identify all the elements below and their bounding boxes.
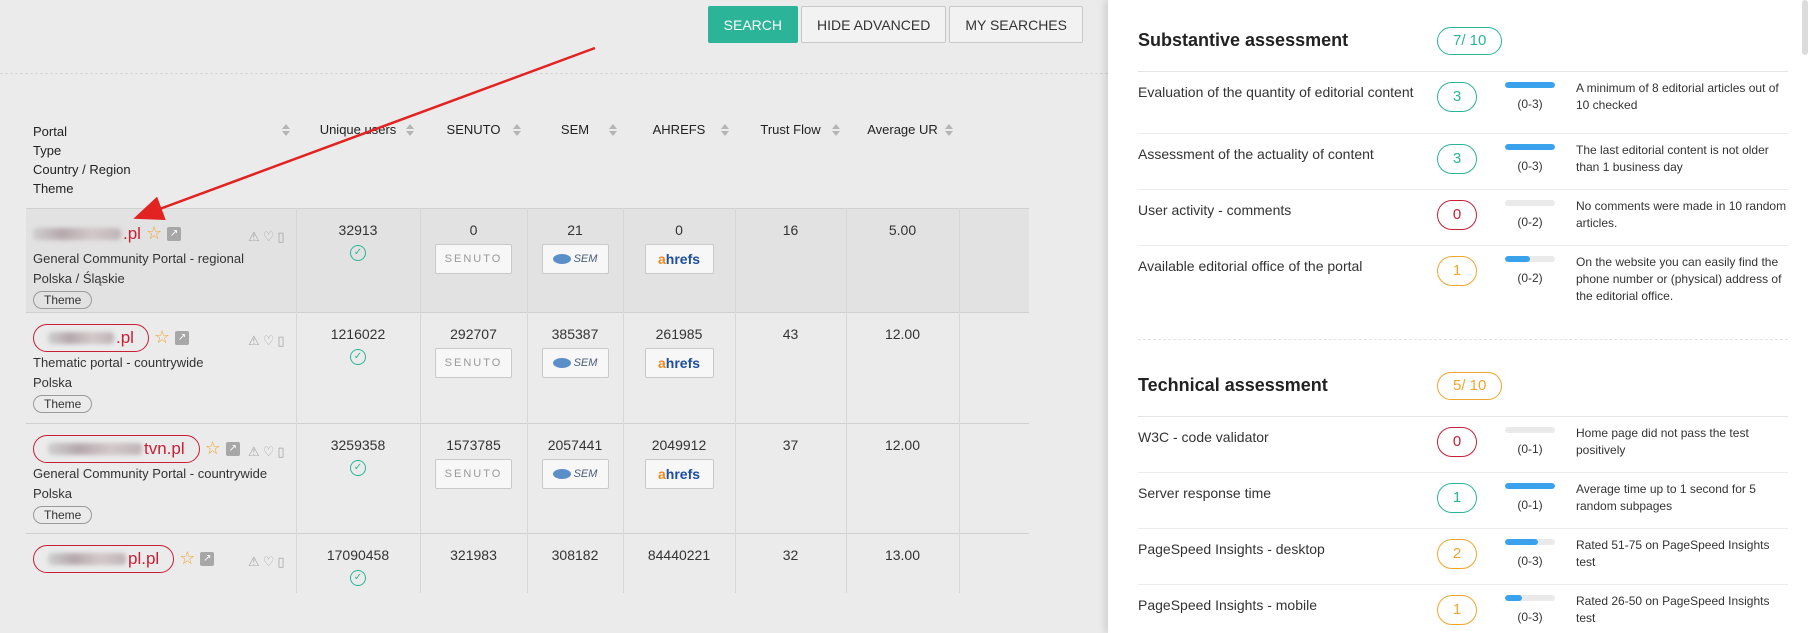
criterion-progress: (0-3) [1500,142,1560,189]
criterion-row: Evaluation of the quantity of editorial … [1138,72,1788,134]
criterion-row: PageSpeed Insights - desktop 2 (0-3) Rated … [1138,529,1788,585]
criterion-note: Rated 26-50 on PageSpeed Insights test [1576,594,1770,625]
progress-bar-track [1505,539,1555,545]
criterion-score-badge: 1 [1437,483,1477,513]
criterion-note: On the website you can easily find the p… [1576,255,1782,303]
criterion-range: (0-3) [1517,610,1543,624]
progress-bar-fill [1505,483,1555,489]
criterion-label: PageSpeed Insights - mobile [1138,597,1317,613]
assessment-panel: Substantive assessment 7/ 10 Evaluation … [1108,0,1808,633]
criterion-progress: (0-2) [1500,198,1560,245]
progress-bar-fill [1505,144,1555,150]
criterion-label: Available editorial office of the portal [1138,258,1363,274]
substantive-score-badge: 7/ 10 [1437,26,1503,55]
criterion-row: Available editorial office of the portal… [1138,246,1788,303]
technical-header: Technical assessment 5/ 10 [1138,355,1788,417]
annotation-arrow [133,46,596,221]
criterion-label: User activity - comments [1138,202,1292,218]
progress-bar-fill [1505,256,1530,262]
portal-search-area: SEARCH HIDE ADVANCED MY SEARCHES Portal … [0,0,1108,633]
criterion-note: A minimum of 8 editorial articles out of… [1576,81,1779,112]
criterion-progress: (0-1) [1500,481,1560,528]
criterion-score-badge: 2 [1437,539,1477,569]
criterion-note: No comments were made in 10 random artic… [1576,199,1787,230]
progress-bar-track [1505,256,1555,262]
criterion-score-badge: 0 [1437,200,1477,230]
criterion-range: (0-2) [1517,215,1543,229]
criterion-note: Average time up to 1 second for 5 random… [1576,482,1756,513]
criterion-score-badge: 0 [1437,427,1477,457]
criterion-row: PageSpeed Insights - mobile 1 (0-3) Rated 2… [1138,585,1788,633]
criterion-label: PageSpeed Insights - desktop [1138,541,1325,557]
criterion-range: (0-3) [1517,97,1543,111]
criterion-progress: (0-3) [1500,537,1560,584]
section-divider [1138,339,1788,340]
criterion-score-badge: 3 [1437,82,1477,112]
substantive-title: Substantive assessment [1138,30,1349,50]
criterion-range: (0-3) [1517,159,1543,173]
criterion-score-badge: 1 [1437,595,1477,625]
criterion-row: W3C - code validator 0 (0-1) Home page did … [1138,417,1788,473]
substantive-assessment-section: Substantive assessment 7/ 10 Evaluation … [1138,10,1788,303]
criterion-progress: (0-2) [1500,254,1560,302]
substantive-header: Substantive assessment 7/ 10 [1138,10,1788,72]
criterion-range: (0-3) [1517,554,1543,568]
criterion-label: Evaluation of the quantity of editorial … [1138,84,1414,100]
criterion-note: The last editorial content is not older … [1576,143,1769,174]
technical-title: Technical assessment [1138,375,1328,395]
progress-bar-track [1505,483,1555,489]
technical-criteria-list: W3C - code validator 0 (0-1) Home page did … [1138,417,1788,633]
criterion-row: Server response time 1 (0-1) Average time u… [1138,473,1788,529]
criterion-progress: (0-1) [1500,425,1560,472]
criterion-label: W3C - code validator [1138,429,1269,445]
progress-bar-track [1505,595,1555,601]
criterion-note: Rated 51-75 on PageSpeed Insights test [1576,538,1770,569]
progress-bar-fill [1505,82,1555,88]
criterion-row: User activity - comments 0 (0-2) No comment… [1138,190,1788,246]
progress-bar-track [1505,200,1555,206]
panel-scrollbar[interactable] [1802,0,1808,55]
progress-bar-track [1505,144,1555,150]
criterion-score-badge: 1 [1437,256,1477,286]
progress-bar-fill [1505,539,1539,545]
criterion-note: Home page did not pass the test positive… [1576,426,1749,457]
progress-bar-track [1505,427,1555,433]
criterion-range: (0-2) [1517,271,1543,285]
progress-bar-track [1505,82,1555,88]
criterion-label: Assessment of the actuality of content [1138,146,1374,162]
criterion-range: (0-1) [1517,442,1543,456]
substantive-criteria-list: Evaluation of the quantity of editorial … [1138,72,1788,303]
criterion-label: Server response time [1138,485,1272,501]
criterion-progress: (0-3) [1500,593,1560,633]
criterion-progress: (0-3) [1500,80,1560,133]
criterion-score-badge: 3 [1437,144,1477,174]
technical-assessment-section: Technical assessment 5/ 10 W3C - code va… [1138,355,1788,633]
progress-bar-fill [1505,595,1522,601]
criterion-range: (0-1) [1517,498,1543,512]
technical-score-badge: 5/ 10 [1437,371,1503,400]
criterion-row: Assessment of the actuality of content 3 (… [1138,134,1788,190]
